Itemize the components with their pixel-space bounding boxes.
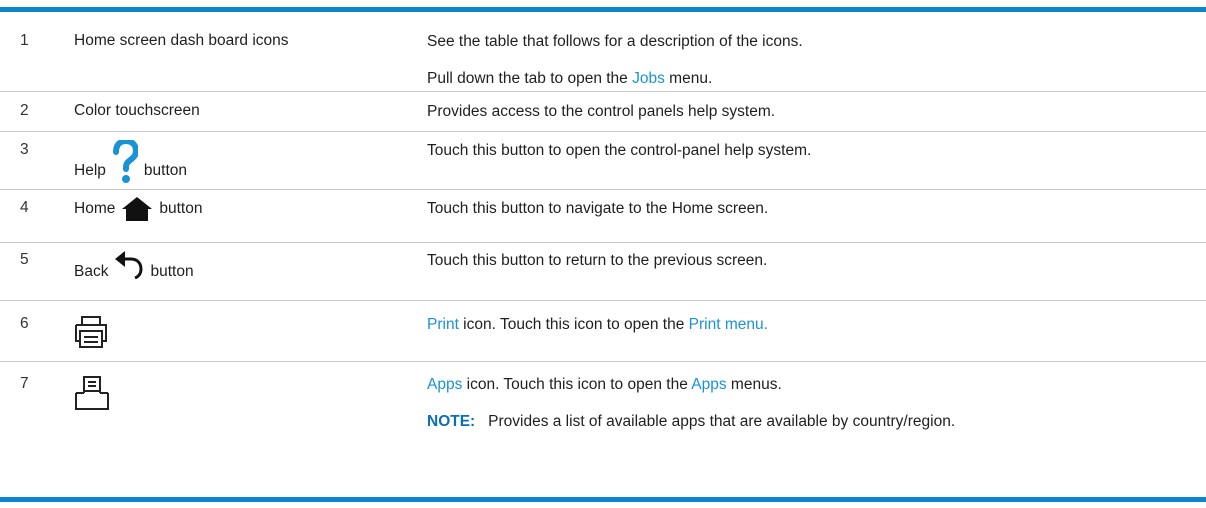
- table-row: 7 Apps icon. Touch this icon to open the…: [0, 362, 1206, 496]
- description-text: Pull down the tab to open the Jobs menu.: [427, 70, 713, 87]
- row-number: 7: [20, 375, 29, 392]
- row-number: 6: [20, 315, 29, 332]
- row-item-label: Home screen dash board icons: [74, 32, 289, 49]
- table-row: 4 Home button Touch this button to navig…: [0, 190, 1206, 243]
- table-row: 3 Help button Touch this button to open …: [0, 132, 1206, 190]
- table-row: 1 Home screen dash board icons See the t…: [0, 12, 1206, 92]
- print-icon: [75, 316, 107, 348]
- row-number: 2: [20, 102, 29, 119]
- table-row: 5 Back button Touch this button to retur…: [0, 243, 1206, 301]
- print-menu-link[interactable]: Print menu.: [689, 316, 768, 333]
- question-mark-icon: [112, 140, 138, 183]
- table-row: 6 Print icon. Touch this icon to open th…: [0, 301, 1206, 362]
- description-text: See the table that follows for a descrip…: [427, 33, 803, 50]
- row-item-label: Color touchscreen: [74, 102, 200, 119]
- row-description: Touch this button to return to the previ…: [427, 251, 1187, 271]
- row-description: See the table that follows for a descrip…: [427, 32, 1187, 89]
- description-text: Apps icon. Touch this icon to open the A…: [427, 376, 782, 393]
- row-description: Provides access to the control panels he…: [427, 102, 1187, 122]
- back-arrow-icon: [115, 251, 143, 279]
- description-text: Print icon. Touch this icon to open the …: [427, 316, 768, 333]
- print-link[interactable]: Print: [427, 316, 459, 333]
- description-text: Touch this button to navigate to the Hom…: [427, 200, 769, 217]
- row-description: Touch this button to navigate to the Hom…: [427, 199, 1187, 219]
- row-description: Apps icon. Touch this icon to open the A…: [427, 375, 1187, 432]
- description-text: Provides access to the control panels he…: [427, 103, 776, 120]
- row-item-label: Back button: [74, 249, 194, 281]
- row-number: 3: [20, 141, 29, 158]
- row-number: 1: [20, 32, 29, 49]
- description-text: Touch this button to return to the previ…: [427, 252, 768, 269]
- note: NOTE: Provides a list of available apps …: [427, 412, 1187, 432]
- table-bottom-rule: [0, 497, 1206, 502]
- row-item-label: Home button: [74, 196, 202, 222]
- apps-link[interactable]: Apps: [427, 376, 462, 393]
- row-description: Print icon. Touch this icon to open the …: [427, 315, 1187, 335]
- row-item-label: Help button: [74, 140, 187, 184]
- description-text: Touch this button to open the control-pa…: [427, 142, 812, 159]
- apps-icon: [75, 376, 109, 410]
- row-description: Touch this button to open the control-pa…: [427, 141, 1187, 161]
- jobs-link[interactable]: Jobs: [632, 70, 665, 87]
- note-text: Provides a list of available apps that a…: [488, 413, 956, 430]
- table-row: 2 Color touchscreen Provides access to t…: [0, 92, 1206, 132]
- row-number: 5: [20, 251, 29, 268]
- home-icon: [122, 197, 153, 221]
- apps-menu-link[interactable]: Apps: [691, 376, 726, 393]
- note-label: NOTE:: [427, 413, 476, 430]
- row-number: 4: [20, 199, 29, 216]
